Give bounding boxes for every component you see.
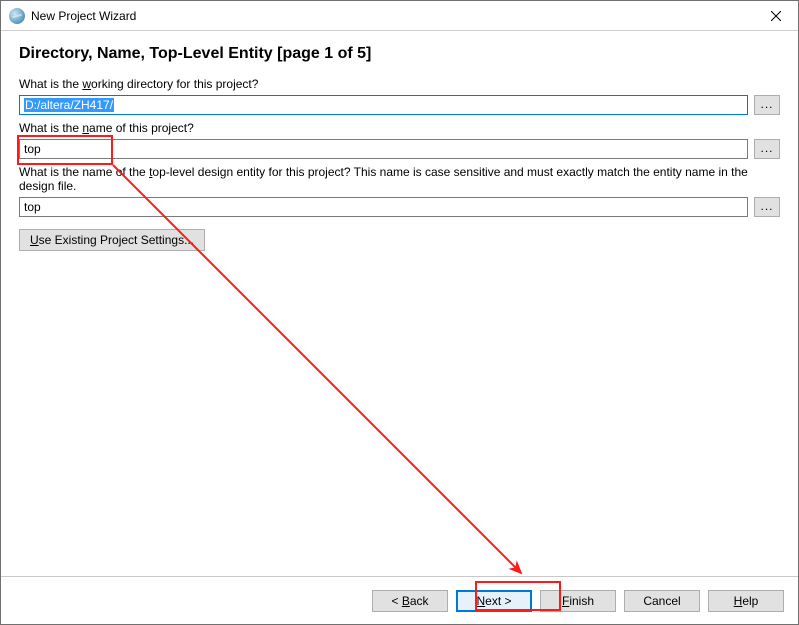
cancel-button[interactable]: Cancel	[624, 590, 700, 612]
wizard-window: New Project Wizard Directory, Name, Top-…	[0, 0, 799, 625]
browse-working-dir-button[interactable]: ...	[754, 95, 780, 115]
page-title: Directory, Name, Top-Level Entity [page …	[19, 45, 780, 63]
label-text: elp	[742, 594, 758, 608]
next-button[interactable]: Next >	[456, 590, 532, 612]
label-text: What is the name of the	[19, 165, 149, 179]
label-text: <	[391, 594, 401, 608]
label-text: ack	[410, 594, 429, 608]
finish-button[interactable]: Finish	[540, 590, 616, 612]
content-area: Directory, Name, Top-Level Entity [page …	[1, 31, 798, 576]
button-bar: < Back Next > Finish Cancel Help	[1, 576, 798, 624]
working-dir-input[interactable]: D:/altera/ZH417/	[19, 95, 748, 115]
titlebar: New Project Wizard	[1, 1, 798, 31]
label-mnemonic: N	[476, 594, 485, 608]
label-text: orking directory for this project?	[91, 77, 258, 91]
label-text: se Existing Project Settings...	[39, 233, 194, 247]
top-entity-label: What is the name of the top-level design…	[19, 165, 780, 193]
app-globe-icon	[9, 8, 25, 24]
label-text: What is the	[19, 121, 82, 135]
label-text: ame of this project?	[89, 121, 194, 135]
browse-top-entity-button[interactable]: ...	[754, 197, 780, 217]
working-dir-label: What is the working directory for this p…	[19, 77, 780, 91]
back-button[interactable]: < Back	[372, 590, 448, 612]
close-button[interactable]	[753, 1, 798, 30]
label-mnemonic: B	[402, 594, 410, 608]
browse-project-name-button[interactable]: ...	[754, 139, 780, 159]
label-text: What is the	[19, 77, 82, 91]
label-text: inish	[569, 594, 594, 608]
label-mnemonic: w	[82, 77, 91, 91]
project-name-label: What is the name of this project?	[19, 121, 780, 135]
top-entity-input[interactable]: top	[19, 197, 748, 217]
close-icon	[771, 11, 781, 21]
project-name-input[interactable]: top	[19, 139, 748, 159]
label-mnemonic: U	[30, 233, 39, 247]
selected-text: D:/altera/ZH417/	[24, 98, 114, 112]
use-existing-settings-button[interactable]: Use Existing Project Settings...	[19, 229, 205, 251]
help-button[interactable]: Help	[708, 590, 784, 612]
label-text: ext >	[485, 594, 511, 608]
window-title: New Project Wizard	[31, 9, 753, 23]
